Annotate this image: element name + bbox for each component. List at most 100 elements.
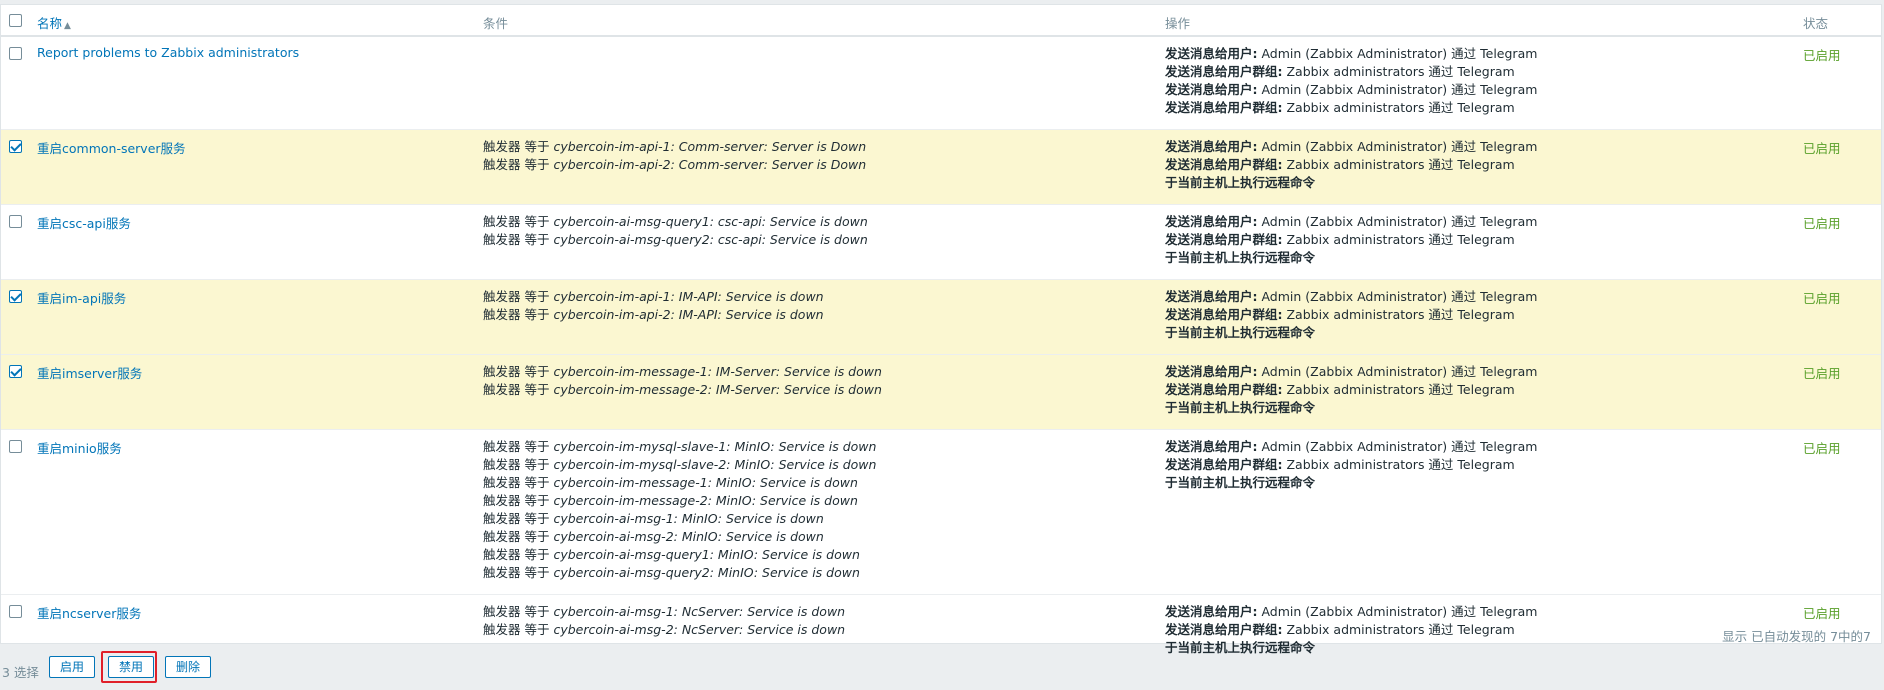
table-row: 重启imserver服务 触发器 等于 cybercoin-im-message-… xyxy=(1,355,1881,430)
operation-line: 发送消息给用户: Admin (Zabbix Administrator) 通过… xyxy=(1165,45,1537,63)
status-link[interactable]: 已启用 xyxy=(1803,438,1841,457)
operation-type: 于当前主机上执行远程命令 xyxy=(1165,400,1316,415)
condition-line: 触发器 等于 cybercoin-im-api-2: Comm-server: … xyxy=(483,156,866,174)
action-name-link[interactable]: 重启ncserver服务 xyxy=(37,603,141,622)
operation-type: 发送消息给用户: xyxy=(1165,214,1258,229)
column-conditions-header: 条件 xyxy=(483,16,509,31)
condition-value: cybercoin-im-api-2: IM-API: Service is d… xyxy=(553,307,824,322)
operations-cell: 发送消息给用户: Admin (Zabbix Administrator) 通过… xyxy=(1165,288,1537,342)
enable-button[interactable]: 启用 xyxy=(49,656,96,678)
condition-line: 触发器 等于 cybercoin-ai-msg-2: MinIO: Servic… xyxy=(483,528,876,546)
condition-line: 触发器 等于 cybercoin-im-mysql-slave-2: MinIO… xyxy=(483,456,876,474)
condition-line: 触发器 等于 cybercoin-im-message-1: MinIO: Se… xyxy=(483,474,876,492)
delete-button[interactable]: 删除 xyxy=(165,656,212,678)
condition-prefix: 触发器 等于 xyxy=(483,475,554,490)
operation-line: 于当前主机上执行远程命令 xyxy=(1165,399,1537,417)
status-link[interactable]: 已启用 xyxy=(1803,363,1841,382)
operation-line: 发送消息给用户群组: Zabbix administrators 通过 Tele… xyxy=(1165,156,1537,174)
operation-line: 发送消息给用户: Admin (Zabbix Administrator) 通过… xyxy=(1165,603,1537,621)
operation-line: 发送消息给用户: Admin (Zabbix Administrator) 通过… xyxy=(1165,363,1537,381)
condition-prefix: 触发器 等于 xyxy=(483,622,554,637)
operation-detail: Zabbix administrators 通过 Telegram xyxy=(1282,457,1515,472)
disable-button[interactable]: 禁用 xyxy=(108,656,155,678)
operation-type: 发送消息给用户: xyxy=(1165,604,1258,619)
status-link[interactable]: 已启用 xyxy=(1803,213,1841,232)
operation-detail: Zabbix administrators 通过 Telegram xyxy=(1282,64,1515,79)
row-checkbox[interactable] xyxy=(9,365,22,378)
action-name-link[interactable]: 重启imserver服务 xyxy=(37,363,142,382)
selected-count: 3 选择 xyxy=(2,665,39,680)
operation-detail: Admin (Zabbix Administrator) 通过 Telegram xyxy=(1257,214,1538,229)
operation-type: 于当前主机上执行远程命令 xyxy=(1165,475,1316,490)
operation-line: 发送消息给用户群组: Zabbix administrators 通过 Tele… xyxy=(1165,63,1537,81)
row-checkbox[interactable] xyxy=(9,290,22,303)
operation-line: 于当前主机上执行远程命令 xyxy=(1165,249,1537,267)
operation-type: 发送消息给用户群组: xyxy=(1165,157,1283,172)
table-row: 重启common-server服务触发器 等于 cybercoin-im-api… xyxy=(1,130,1881,205)
operation-detail: Zabbix administrators 通过 Telegram xyxy=(1282,622,1515,637)
row-checkbox[interactable] xyxy=(9,215,22,228)
operation-type: 发送消息给用户: xyxy=(1165,439,1258,454)
action-name-link[interactable]: 重启im-api服务 xyxy=(37,288,126,307)
operations-cell: 发送消息给用户: Admin (Zabbix Administrator) 通过… xyxy=(1165,438,1537,492)
condition-prefix: 触发器 等于 xyxy=(483,457,554,472)
row-checkbox[interactable] xyxy=(9,440,22,453)
condition-line: 触发器 等于 cybercoin-im-message-1: IM-Server… xyxy=(483,363,882,381)
operation-detail: Admin (Zabbix Administrator) 通过 Telegram xyxy=(1257,82,1538,97)
condition-value: cybercoin-im-message-2: IM-Server: Servi… xyxy=(553,382,882,397)
table-row: 重启csc-api服务触发器 等于 cybercoin-ai-msg-query… xyxy=(1,205,1881,280)
condition-line: 触发器 等于 cybercoin-ai-msg-query1: MinIO: S… xyxy=(483,546,876,564)
row-checkbox[interactable] xyxy=(9,47,22,60)
operation-line: 发送消息给用户群组: Zabbix administrators 通过 Tele… xyxy=(1165,621,1537,639)
condition-line: 触发器 等于 cybercoin-im-api-1: Comm-server: … xyxy=(483,138,866,156)
operation-type: 发送消息给用户群组: xyxy=(1165,457,1283,472)
name-sort-link[interactable]: 名称 xyxy=(37,16,62,31)
operation-line: 于当前主机上执行远程命令 xyxy=(1165,174,1537,192)
operations-cell: 发送消息给用户: Admin (Zabbix Administrator) 通过… xyxy=(1165,45,1537,117)
operation-type: 发送消息给用户群组: xyxy=(1165,382,1283,397)
operation-line: 发送消息给用户群组: Zabbix administrators 通过 Tele… xyxy=(1165,456,1537,474)
status-link[interactable]: 已启用 xyxy=(1803,138,1841,157)
status-link[interactable]: 已启用 xyxy=(1803,603,1841,622)
actions-table-panel: 名称 ▲ 条件 操作 状态 Report problems to Zabbix a… xyxy=(0,4,1882,670)
condition-value: cybercoin-im-message-1: MinIO: Service i… xyxy=(553,475,858,490)
operations-cell: 发送消息给用户: Admin (Zabbix Administrator) 通过… xyxy=(1165,138,1537,192)
action-name-link[interactable]: 重启minio服务 xyxy=(37,438,122,457)
condition-line: 触发器 等于 cybercoin-ai-msg-query2: MinIO: S… xyxy=(483,564,876,582)
action-name-link[interactable]: Report problems to Zabbix administrators xyxy=(37,45,299,60)
operation-line: 发送消息给用户: Admin (Zabbix Administrator) 通过… xyxy=(1165,213,1537,231)
operations-cell: 发送消息给用户: Admin (Zabbix Administrator) 通过… xyxy=(1165,213,1537,267)
condition-value: cybercoin-im-message-1: IM-Server: Servi… xyxy=(553,364,882,379)
condition-value: cybercoin-im-api-1: Comm-server: Server … xyxy=(553,139,867,154)
operation-detail: Admin (Zabbix Administrator) 通过 Telegram xyxy=(1257,46,1538,61)
condition-value: cybercoin-ai-msg-query1: csc-api: Servic… xyxy=(553,214,868,229)
column-name-header[interactable]: 名称 ▲ xyxy=(37,13,71,32)
action-name-link[interactable]: 重启common-server服务 xyxy=(37,138,186,157)
condition-value: cybercoin-ai-msg-2: NcServer: Service is… xyxy=(553,622,846,637)
condition-prefix: 触发器 等于 xyxy=(483,232,554,247)
operation-detail: Zabbix administrators 通过 Telegram xyxy=(1282,157,1515,172)
operations-cell: 发送消息给用户: Admin (Zabbix Administrator) 通过… xyxy=(1165,603,1537,657)
operation-type: 于当前主机上执行远程命令 xyxy=(1165,250,1316,265)
operation-type: 发送消息给用户群组: xyxy=(1165,622,1283,637)
condition-value: cybercoin-im-message-2: MinIO: Service i… xyxy=(553,493,858,508)
operation-type: 发送消息给用户群组: xyxy=(1165,307,1283,322)
condition-prefix: 触发器 等于 xyxy=(483,364,554,379)
condition-prefix: 触发器 等于 xyxy=(483,382,554,397)
operation-detail: Admin (Zabbix Administrator) 通过 Telegram xyxy=(1257,364,1538,379)
status-link[interactable]: 已启用 xyxy=(1803,45,1841,64)
action-name-link[interactable]: 重启csc-api服务 xyxy=(37,213,131,232)
condition-line: 触发器 等于 cybercoin-ai-msg-1: MinIO: Servic… xyxy=(483,510,876,528)
condition-line: 触发器 等于 cybercoin-ai-msg-1: NcServer: Ser… xyxy=(483,603,845,621)
condition-value: cybercoin-im-api-2: Comm-server: Server … xyxy=(553,157,867,172)
conditions-cell: 触发器 等于 cybercoin-im-api-1: IM-API: Servi… xyxy=(483,288,824,324)
condition-line: 触发器 等于 cybercoin-im-message-2: IM-Server… xyxy=(483,381,882,399)
row-checkbox[interactable] xyxy=(9,140,22,153)
operation-type: 发送消息给用户: xyxy=(1165,289,1258,304)
row-checkbox[interactable] xyxy=(9,605,22,618)
status-link[interactable]: 已启用 xyxy=(1803,288,1841,307)
operation-detail: Admin (Zabbix Administrator) 通过 Telegram xyxy=(1257,289,1538,304)
conditions-cell: 触发器 等于 cybercoin-im-api-1: Comm-server: … xyxy=(483,138,866,174)
select-all-checkbox[interactable] xyxy=(9,14,22,27)
condition-value: cybercoin-im-api-1: IM-API: Service is d… xyxy=(553,289,824,304)
